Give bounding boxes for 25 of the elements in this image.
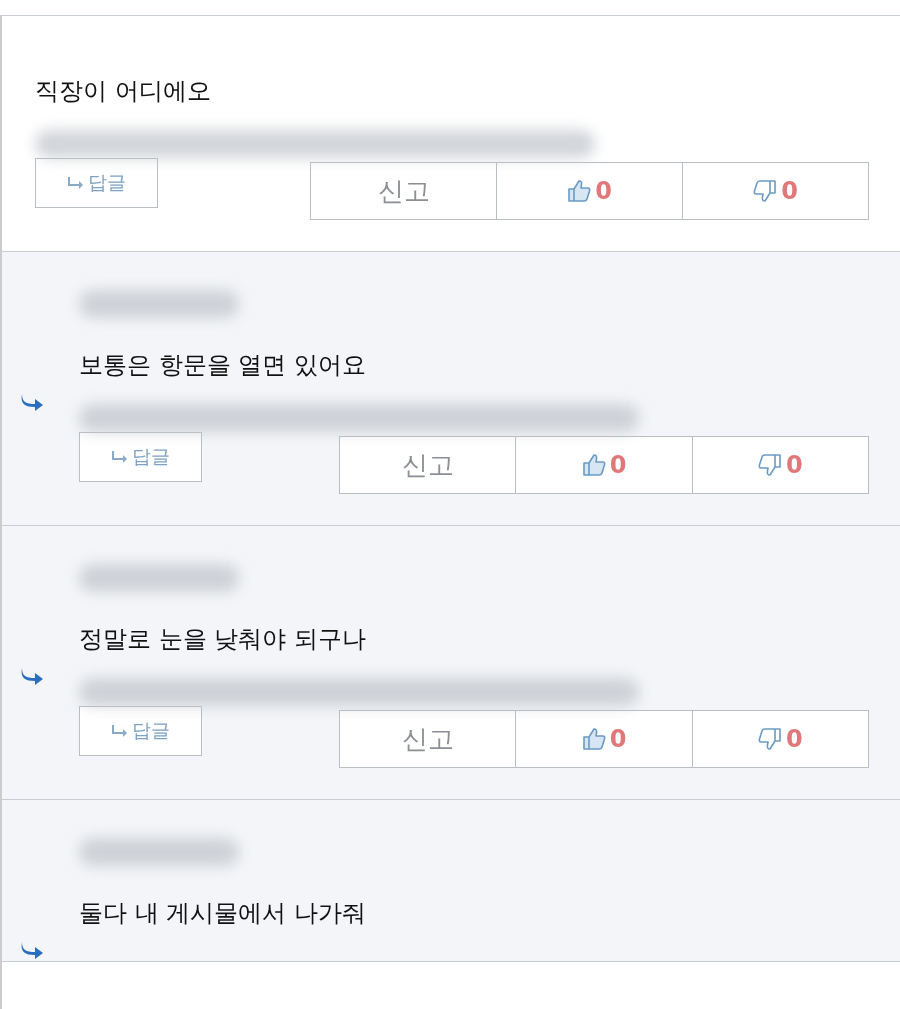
dislike-button[interactable]: 0 xyxy=(691,437,868,493)
report-button[interactable]: 신고 xyxy=(340,711,516,767)
dislike-button[interactable]: 0 xyxy=(691,711,868,767)
reply-arrow-icon xyxy=(111,451,128,463)
thumbs-up-icon xyxy=(581,453,606,477)
thumbs-up-icon xyxy=(567,179,592,203)
thumbs-down-icon xyxy=(753,179,778,203)
thumbs-down-icon xyxy=(757,453,782,477)
like-button[interactable]: 0 xyxy=(496,163,682,219)
report-button[interactable]: 신고 xyxy=(340,437,516,493)
comment-text: 직장이 어디에오 xyxy=(35,76,212,107)
reply-button[interactable]: 답글 xyxy=(79,432,202,482)
report-button[interactable]: 신고 xyxy=(311,163,496,219)
thumbs-up-icon xyxy=(581,727,606,751)
reply-arrow-icon xyxy=(111,725,128,737)
reply-button[interactable]: 답글 xyxy=(79,706,202,756)
comment-text: 정말로 눈을 낮춰야 되구나 xyxy=(79,624,367,655)
like-button[interactable]: 0 xyxy=(515,437,692,493)
comment-text: 둘다 내 게시물에서 나가줘 xyxy=(79,898,367,929)
comment-text: 보통은 항문을 열면 있어요 xyxy=(79,350,367,381)
reply-button[interactable]: 답글 xyxy=(35,158,158,208)
reply-arrow-icon xyxy=(67,177,84,189)
dislike-button[interactable]: 0 xyxy=(682,163,868,219)
thumbs-down-icon xyxy=(757,727,782,751)
like-button[interactable]: 0 xyxy=(515,711,692,767)
